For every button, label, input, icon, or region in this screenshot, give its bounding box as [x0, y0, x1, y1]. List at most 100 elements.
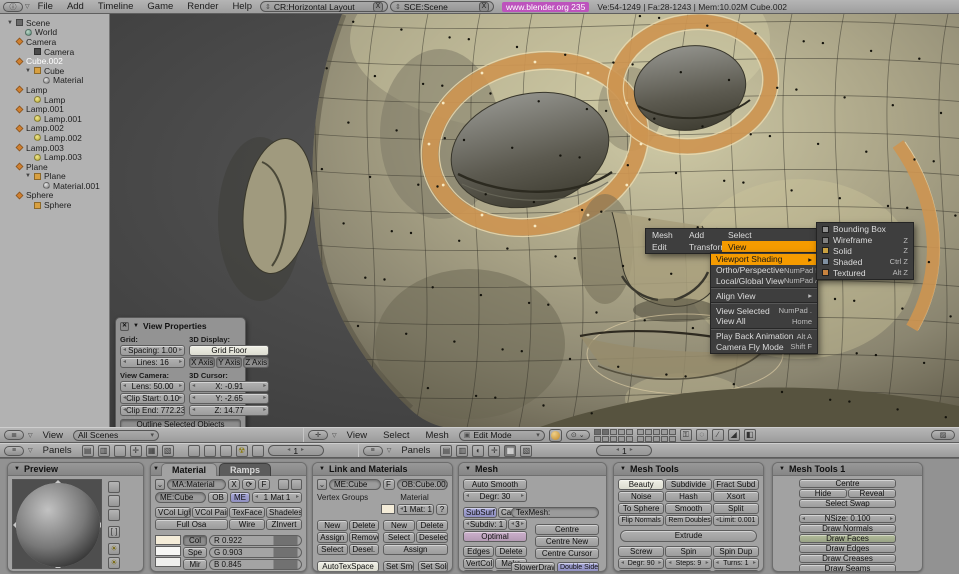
layer-toggle[interactable] [593, 435, 601, 442]
menu-item-ortho-perspective[interactable]: Ortho/Perspective NumPad 5 [711, 265, 819, 276]
vgroup-delete-button[interactable]: Delete [348, 520, 379, 531]
outliner-row[interactable]: World [3, 27, 109, 37]
object-context-button[interactable]: ✛ [129, 444, 142, 457]
diffuse-color-swatch[interactable] [155, 535, 181, 545]
double-sided-toggle[interactable]: Double Sided [557, 562, 599, 571]
layer-toggle[interactable] [601, 428, 609, 435]
outliner-row[interactable]: Sphere [3, 190, 109, 200]
3d-window-type-button[interactable]: ✛ [308, 430, 329, 440]
rotation-widget-button[interactable]: ⊙ ⌄ [565, 430, 590, 440]
shading-context-button[interactable]: ◐ [472, 444, 485, 457]
hide-button[interactable]: Hide [799, 489, 847, 498]
draw-edges-toggle[interactable]: Draw Edges [799, 544, 896, 553]
window-type-button[interactable]: ⓘ [3, 1, 23, 12]
tab-ramps[interactable]: Ramps [218, 463, 271, 476]
clockwise-toggle[interactable]: Clockwise [712, 570, 759, 571]
outliner-row[interactable]: Camera [3, 37, 109, 47]
vcol-light-toggle[interactable]: VCol Light [155, 507, 191, 518]
screen-close-button[interactable]: X [372, 1, 383, 12]
spin-button[interactable]: Spin [665, 546, 712, 557]
script-context-button[interactable]: ▥ [97, 444, 110, 457]
clip-end-field[interactable]: Clip End: 772.23 [120, 405, 186, 416]
material-color-swatch[interactable] [381, 504, 395, 514]
question-button[interactable]: ? [436, 504, 448, 515]
layer-toggle[interactable] [668, 428, 676, 435]
layer-toggle[interactable] [625, 428, 633, 435]
submenu-item-solid[interactable]: Solid Z [817, 246, 913, 257]
draw-normals-toggle[interactable]: Draw Normals [799, 524, 896, 533]
material-node-button[interactable] [278, 479, 289, 490]
outliner-row[interactable]: Material [3, 75, 109, 85]
snap-button[interactable]: ∕ [711, 429, 724, 441]
view-menu[interactable]: View [341, 430, 373, 441]
scene-context-button[interactable]: ▧ [520, 444, 533, 457]
spin-dup-button[interactable]: Spin Dup [712, 546, 759, 557]
texture-buttons-icon[interactable] [219, 444, 232, 457]
shading-context-button[interactable] [113, 444, 126, 457]
layer-toggle[interactable] [644, 428, 652, 435]
degr-field[interactable]: Degr: 30 [463, 491, 527, 502]
layer-toggle[interactable] [625, 435, 633, 442]
material-auto-button[interactable]: ⟳ [242, 479, 256, 490]
collapse-triangle-icon[interactable]: ▼ [620, 466, 626, 472]
outline-selected-button[interactable]: Outline Selected Objects [120, 419, 241, 427]
menu-add[interactable]: Add [61, 1, 90, 12]
proportional-edit-button[interactable]: ◌ [695, 429, 708, 441]
hash-button[interactable]: Hash [665, 491, 712, 502]
material-fake-user-button[interactable]: F [258, 479, 270, 490]
scene-context-button[interactable]: ▧ [161, 444, 174, 457]
clip-start-field[interactable]: Clip Start: 0.10 [120, 393, 186, 404]
material-delete-button[interactable]: Delete [416, 520, 448, 531]
shadeless-toggle[interactable]: Shadeless [266, 507, 302, 518]
expand-arrow-icon[interactable]: ▼ [7, 20, 13, 26]
mirror-color-swatch[interactable] [155, 557, 181, 567]
menu-item-view-selected[interactable]: View Selected NumPad . [711, 305, 817, 316]
menu-item-view-all[interactable]: View All Home [711, 316, 817, 327]
ctx-mesh-menu[interactable]: Mesh [646, 229, 683, 241]
layer-buttons-group-2[interactable] [636, 428, 676, 442]
scene-selector[interactable]: ⇕ SCE:Scene X [389, 1, 494, 12]
screen-selector[interactable]: ⇕ CR:Horizontal Layout X [259, 1, 388, 12]
logic-context-button[interactable]: ▤ [440, 444, 453, 457]
menu-timeline[interactable]: Timeline [92, 1, 140, 12]
mesh-name-field[interactable]: ME:Cube [329, 479, 381, 490]
nsize-field[interactable]: NSize: 0.100 [799, 514, 896, 523]
ob-toggle[interactable]: OB [208, 492, 228, 503]
vgroup-remove-button[interactable]: Remove [348, 532, 379, 543]
centre-button[interactable]: Centre [535, 524, 599, 535]
submenu-item-textured[interactable]: Textured Alt Z [817, 267, 913, 278]
vgroup-assign-button[interactable]: Assign [317, 532, 348, 543]
vgroup-new-button[interactable]: New [317, 520, 348, 531]
outliner-row[interactable]: ▼ Plane [3, 171, 109, 181]
grid-lines-field[interactable]: Lines: 16 [120, 357, 186, 368]
red-slider[interactable]: R 0.922 [209, 535, 302, 546]
degr-field[interactable]: Degr: 90 [618, 558, 665, 569]
beauty-toggle[interactable]: Beauty [618, 479, 665, 490]
col-toggle[interactable]: Col [183, 535, 207, 546]
layer-toggle[interactable] [593, 428, 601, 435]
select-menu[interactable]: Select [377, 430, 415, 441]
collapse-arrow-icon[interactable]: ▽ [28, 432, 33, 439]
auto-smooth-toggle[interactable]: Auto Smooth [463, 479, 527, 490]
set-smooth-button[interactable]: Set Smooth [383, 561, 414, 571]
xsort-button[interactable]: Xsort [712, 491, 759, 502]
steps-field[interactable]: Steps: 9 [665, 558, 712, 569]
layer-toggle[interactable] [601, 435, 609, 442]
green-slider[interactable]: G 0.903 [209, 547, 302, 558]
fract-subd-button[interactable]: Fract Subd [712, 479, 759, 490]
editing-context-button[interactable]: ▦ [504, 444, 517, 457]
preview-sphere-button[interactable] [108, 495, 120, 507]
edges-delete-button[interactable]: Delete [495, 546, 527, 557]
keep-original-toggle[interactable]: Keep Original [618, 570, 712, 571]
face-select-button[interactable]: ◢ [727, 429, 740, 441]
autotexspace-toggle[interactable]: AutoTexSpace [317, 561, 379, 571]
zinvert-toggle[interactable]: ZInvert [266, 519, 302, 530]
expand-arrow-icon[interactable]: ▼ [25, 68, 31, 74]
layer-toggle[interactable] [644, 435, 652, 442]
material-browse-button[interactable]: ⌄ [155, 479, 165, 490]
layer-toggle[interactable] [652, 428, 660, 435]
rem-doubles-button[interactable]: Rem Doubles [665, 515, 712, 526]
collapse-triangle-icon[interactable]: ▼ [465, 466, 471, 472]
grid-floor-toggle[interactable]: Grid Floor [189, 345, 270, 356]
material-delete-button[interactable]: X [228, 479, 240, 490]
